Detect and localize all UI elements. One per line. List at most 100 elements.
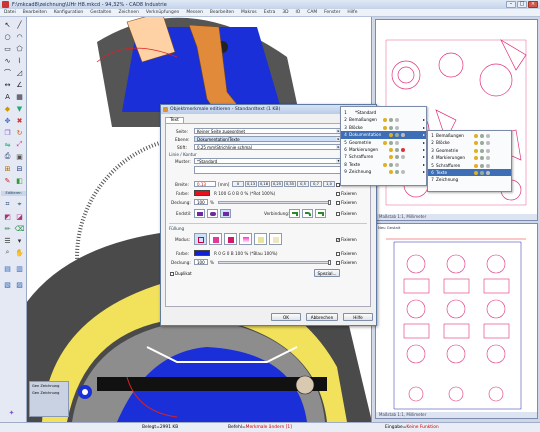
muster-dropdown[interactable]: *Standard ▾ bbox=[194, 158, 342, 164]
move-icon[interactable]: ✥ bbox=[2, 115, 13, 126]
width-10-button[interactable]: 1,0 bbox=[323, 181, 335, 187]
fillet-icon[interactable]: ⌒ bbox=[2, 67, 13, 78]
width-018-button[interactable]: 0,18 bbox=[258, 181, 270, 187]
width-013-button[interactable]: 0,13 bbox=[245, 181, 257, 187]
zoom-icon[interactable]: ⌕ bbox=[2, 247, 13, 258]
fill-mode-pattern-button[interactable] bbox=[254, 233, 267, 245]
stift-dropdown[interactable]: 0,25 mm\Strichlinie schmal ▸ bbox=[194, 144, 342, 150]
select-arrow-icon[interactable]: ↖ bbox=[2, 19, 13, 30]
width-07-button[interactable]: 0,7 bbox=[310, 181, 322, 187]
menu-extra[interactable]: Extra bbox=[264, 10, 276, 15]
pencil-icon[interactable]: ✏ bbox=[2, 223, 13, 234]
fill-icon[interactable]: ◧ bbox=[14, 175, 25, 186]
menu-3d[interactable]: 3D bbox=[282, 10, 288, 15]
hilfe-button[interactable]: Hilfe bbox=[343, 313, 373, 321]
fill-mode-bitmap-button[interactable] bbox=[269, 233, 282, 245]
menu-hilfe[interactable]: Hilfe bbox=[347, 10, 357, 15]
close-button[interactable]: × bbox=[528, 1, 538, 8]
print-icon[interactable]: ⎙ bbox=[2, 151, 13, 162]
menu-verknuepfungen[interactable]: Verknüpfungen bbox=[146, 10, 179, 15]
copy-icon[interactable]: ❐ bbox=[2, 127, 13, 138]
endstyle-round-button[interactable] bbox=[207, 209, 218, 218]
spezial-button[interactable]: Spezial... bbox=[314, 269, 340, 277]
deckung-input[interactable]: 100 bbox=[194, 199, 208, 205]
measure-icon[interactable]: ⊞ bbox=[2, 163, 13, 174]
menu-messen[interactable]: Messen bbox=[186, 10, 203, 15]
edit-tool-4-icon[interactable]: ◪ bbox=[14, 211, 25, 222]
polygon-icon[interactable]: ⬠ bbox=[14, 43, 25, 54]
edit-tool-1-icon[interactable]: ⌗ bbox=[2, 199, 13, 210]
duplikat-checkbox[interactable]: Duplikat bbox=[170, 271, 192, 276]
sublayer-item-zeichnung[interactable]: 7 Zeichnung bbox=[428, 176, 511, 183]
subwindow-bottom[interactable]: Neu Gestalt Maßstab 1:1, Millimeter bbox=[375, 223, 538, 419]
slider-knob[interactable] bbox=[328, 200, 331, 205]
join-bevel-button[interactable] bbox=[315, 209, 326, 218]
menu-makros[interactable]: Makros bbox=[241, 10, 257, 15]
layer-menu-item-bloecke[interactable]: 3 Blöcke ▸ bbox=[341, 124, 426, 131]
menu-fenster[interactable]: Fenster bbox=[324, 10, 340, 15]
pattern-4-icon[interactable]: ▨ bbox=[14, 279, 25, 290]
curve-icon[interactable]: ∿ bbox=[2, 55, 13, 66]
layer-menu-item-texte[interactable]: 8 Texte ▸ bbox=[341, 161, 426, 168]
fill-color-swatch[interactable] bbox=[194, 250, 210, 256]
join-round-button[interactable] bbox=[302, 209, 313, 218]
sublayer-item-bemassungen[interactable]: 1 Bemaßungen bbox=[428, 132, 511, 139]
fixieren-fill-deckung-checkbox[interactable]: Fixieren bbox=[336, 260, 357, 265]
rotate-icon[interactable]: ↻ bbox=[14, 127, 25, 138]
circle-icon[interactable]: ○ bbox=[2, 31, 13, 42]
fixieren-modus-checkbox[interactable]: ✓ Fixieren bbox=[336, 237, 357, 242]
layer-menu-item-zeichnung[interactable]: 9 Zeichnung ▸ bbox=[341, 168, 426, 175]
pattern-2-icon[interactable]: ▥ bbox=[14, 263, 25, 274]
hatch-icon[interactable]: ▦ bbox=[14, 91, 25, 102]
hatch-pattern-icon[interactable]: ▤ bbox=[2, 263, 13, 274]
sublayer-item-geometrie[interactable]: 3 Geometrie bbox=[428, 147, 511, 154]
minimize-button[interactable]: – bbox=[506, 1, 516, 8]
angle-icon[interactable]: ∠ bbox=[14, 79, 25, 90]
breite-input[interactable]: 0,13 bbox=[194, 181, 216, 187]
menu-io[interactable]: IO bbox=[296, 10, 301, 15]
fill-deckung-slider[interactable] bbox=[218, 260, 331, 265]
sublayer-item-markierungen[interactable]: 4 Markierungen bbox=[428, 154, 511, 161]
layer-icon[interactable]: ◆ bbox=[2, 103, 13, 114]
save-icon[interactable]: ▣ bbox=[14, 151, 25, 162]
edit-tool-3-icon[interactable]: ◩ bbox=[2, 211, 13, 222]
menu-datei[interactable]: Datei bbox=[4, 10, 16, 15]
slider-knob[interactable] bbox=[328, 260, 331, 265]
width-025-button[interactable]: 0,25 bbox=[271, 181, 283, 187]
layer-menu-item-markierungen[interactable]: 6 Markierungen ▸ bbox=[341, 146, 426, 153]
layer-menu-item-schraffuren[interactable]: 7 Schraffuren ▸ bbox=[341, 153, 426, 160]
fixieren-farbe-checkbox[interactable]: Fixieren bbox=[336, 191, 357, 196]
join-miter-button[interactable] bbox=[289, 209, 300, 218]
dropdown-icon[interactable]: ▾ bbox=[14, 235, 25, 246]
dimension-icon[interactable]: ↔ bbox=[2, 79, 13, 90]
menu-cam[interactable]: CAM bbox=[307, 10, 317, 15]
fill-mode-solid-button[interactable] bbox=[209, 233, 222, 245]
fill-mode-hatch-button[interactable] bbox=[224, 233, 237, 245]
layer-row-1[interactable]: Gen Zeichnung bbox=[32, 384, 59, 388]
layer-row-2[interactable]: Gen Zeichnung bbox=[32, 391, 59, 395]
abbrechen-button[interactable]: Abbrechen bbox=[306, 313, 338, 321]
layer-menu-item-standard[interactable]: 1 *Standard bbox=[341, 109, 426, 116]
grid-icon[interactable]: ⊟ bbox=[14, 163, 25, 174]
fill-mode-gradient-button[interactable] bbox=[239, 233, 252, 245]
edit-tool-2-icon[interactable]: ⌖ bbox=[14, 199, 25, 210]
sublayer-item-texte[interactable]: 6 Texte bbox=[428, 169, 511, 177]
layer-menu-item-dokumentation[interactable]: 4 Dokumentation ▸ bbox=[341, 131, 426, 139]
chamfer-icon[interactable]: ◿ bbox=[14, 67, 25, 78]
marker-icon[interactable]: ✎ bbox=[2, 175, 13, 186]
menu-konfiguration[interactable]: Konfiguration bbox=[54, 10, 83, 15]
stack-icon[interactable]: ☰ bbox=[2, 235, 13, 246]
menu-gestalten[interactable]: Gestalten bbox=[90, 10, 111, 15]
seite-dropdown[interactable]: Keiner Seite zugeordnet ▸ bbox=[194, 128, 342, 134]
width-05-button[interactable]: 0,5 bbox=[297, 181, 309, 187]
maximize-button[interactable]: □ bbox=[517, 1, 527, 8]
menu-bearbeiten[interactable]: Bearbeiten bbox=[23, 10, 47, 15]
fill-deckung-input[interactable]: 100 bbox=[194, 259, 208, 265]
sublayer-item-bloecke[interactable]: 2 Blöcke bbox=[428, 139, 511, 146]
ebene-dropdown[interactable]: Dokumentation\Texte ▸ bbox=[194, 136, 342, 142]
pattern-3-icon[interactable]: ▧ bbox=[2, 279, 13, 290]
ok-button[interactable]: OK bbox=[271, 313, 301, 321]
width-035-button[interactable]: 0,35 bbox=[284, 181, 296, 187]
layer-menu-item-bemassungen[interactable]: 2 Bemaßungen ▸ bbox=[341, 116, 426, 123]
fixieren-deckung-checkbox[interactable]: Fixieren bbox=[336, 200, 357, 205]
